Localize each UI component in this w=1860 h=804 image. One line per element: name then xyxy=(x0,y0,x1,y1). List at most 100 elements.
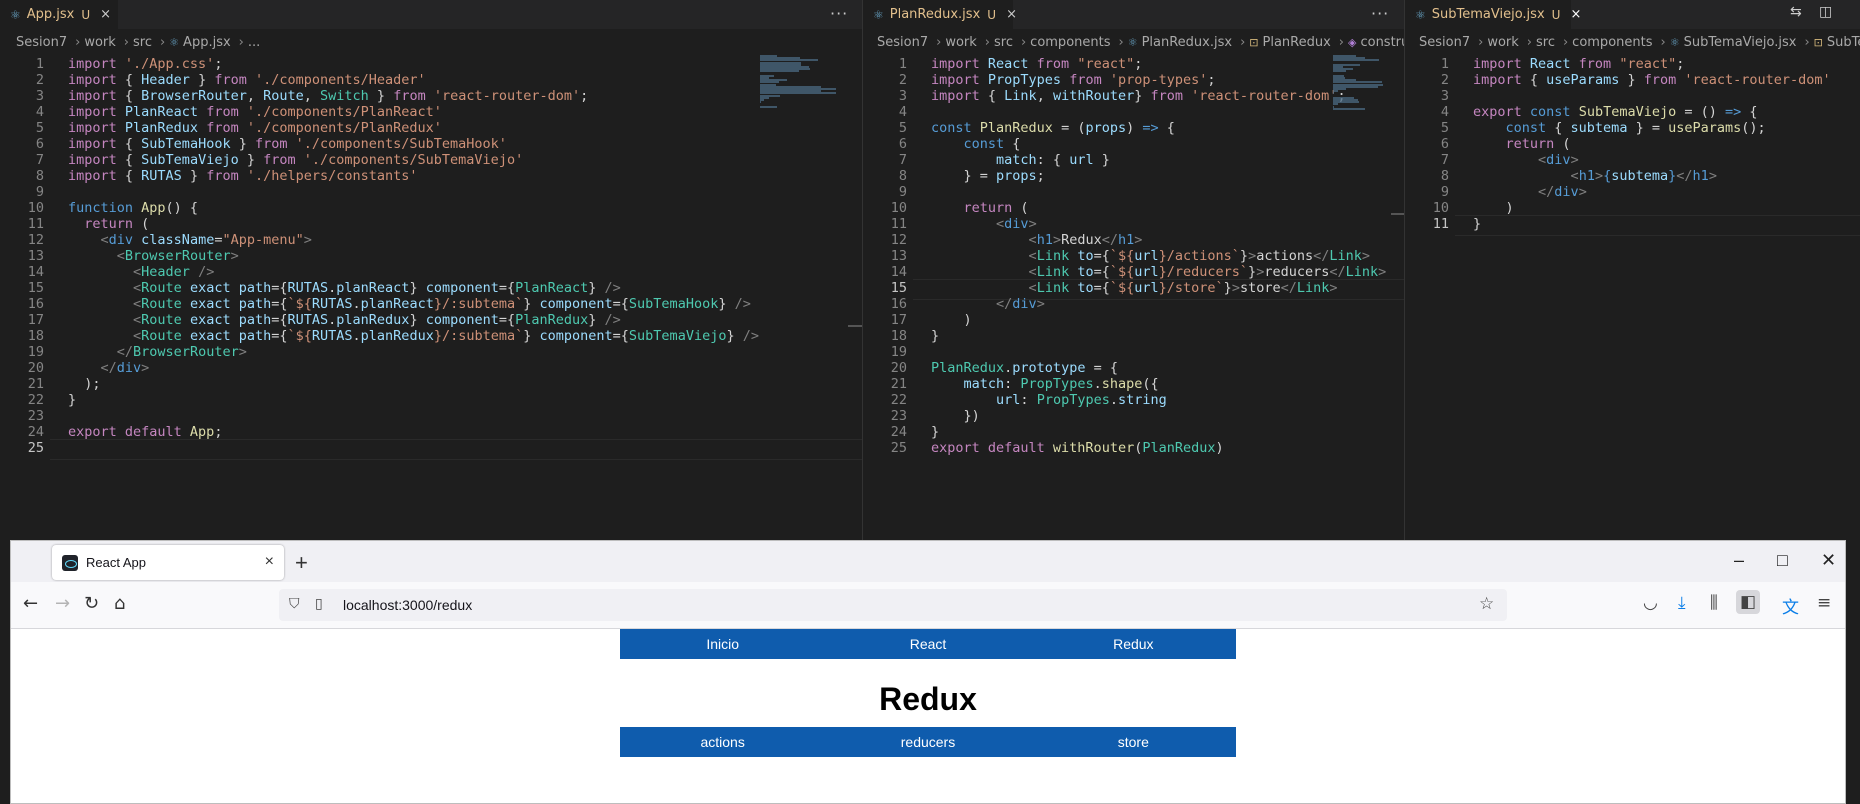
download-icon[interactable]: ⤓ xyxy=(1678,593,1686,613)
line-content: export default withRouter(PlanRedux) xyxy=(931,439,1224,458)
menu-link-redux[interactable]: Redux xyxy=(1031,629,1236,659)
maximize-button[interactable]: □ xyxy=(1777,550,1788,571)
link-store[interactable]: store xyxy=(1031,727,1236,757)
code-area[interactable]: 1 import './App.css'; 2 import { Header } f… xyxy=(0,55,862,540)
code-token: > xyxy=(303,232,312,248)
close-icon[interactable]: × xyxy=(100,7,111,22)
minimize-button[interactable]: – xyxy=(1734,550,1744,571)
breadcrumb-item[interactable]: Sesion7 xyxy=(1419,35,1470,50)
code-token: const xyxy=(1505,120,1547,136)
sidebar-icon[interactable]: ◧ xyxy=(1736,590,1761,614)
menu-link-react[interactable]: React xyxy=(825,629,1030,659)
code-token: (); xyxy=(1741,120,1766,136)
breadcrumb-item[interactable]: components xyxy=(1572,35,1652,50)
breadcrumb-item[interactable]: work xyxy=(1487,35,1518,50)
code-area[interactable]: 1 import React from "react"; 2 import PropT… xyxy=(863,55,1404,540)
code-token: return xyxy=(963,200,1013,216)
url-bar[interactable]: ⛉ ▯ localhost:3000/redux ☆ xyxy=(279,589,1507,621)
new-tab-button[interactable]: + xyxy=(295,550,308,576)
code-token: = { xyxy=(1085,360,1118,376)
code-token: ={ xyxy=(271,280,288,296)
tab-subtemaviejo-jsx[interactable]: ⚛ SubTemaViejo.jsx U × xyxy=(1405,0,1581,29)
pocket-icon[interactable]: ◡ xyxy=(1643,593,1658,613)
code-token: match xyxy=(996,152,1037,168)
breadcrumb-item[interactable]: App.jsx xyxy=(183,35,231,50)
back-arrow-icon[interactable]: ← xyxy=(23,593,38,614)
code-token: useParams xyxy=(1546,72,1620,88)
code-token: from xyxy=(206,168,247,184)
code-token: } xyxy=(523,296,540,312)
breadcrumb-item[interactable]: Sesion7 xyxy=(877,35,928,50)
code-token: const xyxy=(1529,104,1579,120)
link-reducers[interactable]: reducers xyxy=(825,727,1030,757)
code-token: > xyxy=(1578,184,1587,200)
code-area[interactable]: 1 import React from "react"; 2 import { use… xyxy=(1405,55,1860,540)
breadcrumb-item[interactable]: Sesion7 xyxy=(16,35,67,50)
link-actions[interactable]: actions xyxy=(620,727,825,757)
minimap[interactable] xyxy=(760,55,840,115)
open-changes-icon[interactable]: ⇆ xyxy=(1790,4,1803,20)
close-icon[interactable]: × xyxy=(1006,7,1017,22)
code-token: from xyxy=(214,72,255,88)
breadcrumb-item[interactable]: work xyxy=(84,35,115,50)
code-token: { xyxy=(124,72,142,88)
code-line[interactable]: 11} xyxy=(1405,215,1860,236)
code-token: : { xyxy=(1036,152,1070,168)
code-token: > xyxy=(1052,232,1062,248)
code-token: React xyxy=(1529,56,1571,72)
breadcrumb: Sesion7 › work › src › components › ⚛ SubTema… xyxy=(1405,29,1860,55)
react-file-icon: ⚛ xyxy=(169,35,180,49)
translate-icon[interactable]: 文 xyxy=(1782,593,1799,618)
close-window-button[interactable]: ✕ xyxy=(1821,550,1836,571)
library-icon[interactable]: ⫼ xyxy=(1710,593,1718,613)
home-icon[interactable]: ⌂ xyxy=(114,593,125,614)
code-token: from xyxy=(393,88,434,104)
breadcrumb-item[interactable]: PlanRedux.jsx xyxy=(1142,35,1233,50)
minimap[interactable] xyxy=(1333,55,1404,115)
shield-icon[interactable]: ⛉ xyxy=(289,596,300,612)
more-actions-icon[interactable]: ··· xyxy=(830,4,848,23)
breadcrumb-item[interactable]: src xyxy=(133,35,152,50)
breadcrumb-item[interactable]: components xyxy=(1030,35,1110,50)
breadcrumb-item[interactable]: PlanRedux xyxy=(1263,35,1331,50)
breadcrumb-item[interactable]: work xyxy=(945,35,976,50)
tab-app-jsx[interactable]: ⚛ App.jsx U × xyxy=(0,0,118,29)
code-token: = ( xyxy=(1052,120,1086,136)
code-line[interactable]: 25 export default withRouter(PlanRedux) xyxy=(863,439,1404,458)
code-token: planRedux xyxy=(360,328,434,344)
cube-icon: ◈ xyxy=(1348,35,1357,49)
code-token: shape xyxy=(1101,376,1143,392)
code-token: } xyxy=(1134,88,1151,104)
url-text[interactable]: localhost:3000/redux xyxy=(343,597,472,613)
breadcrumb-item[interactable]: ... xyxy=(248,35,260,50)
page-icon[interactable]: ▯ xyxy=(315,596,323,612)
forward-arrow-icon[interactable]: → xyxy=(55,593,70,614)
code-token: Route xyxy=(141,328,190,344)
menu-icon[interactable]: ≡ xyxy=(1817,593,1831,613)
breadcrumb-item[interactable]: SubTemaV xyxy=(1827,35,1860,50)
code-line[interactable]: 25 xyxy=(0,439,862,460)
menu-link-inicio[interactable]: Inicio xyxy=(620,629,825,659)
split-editor-icon[interactable]: ◫ xyxy=(1819,4,1833,20)
line-content: } xyxy=(1473,215,1481,234)
more-actions-icon[interactable]: ··· xyxy=(1371,4,1389,23)
breadcrumb-item[interactable]: constructor xyxy=(1360,35,1404,50)
code-token: { xyxy=(1529,72,1547,88)
code-token: App xyxy=(141,200,166,216)
browser-tab[interactable]: React App × xyxy=(52,545,284,580)
code-token: h1 xyxy=(1578,168,1595,184)
tab-planredux-jsx[interactable]: ⚛ PlanRedux.jsx U × xyxy=(863,0,1017,29)
code-token: from xyxy=(1643,72,1685,88)
breadcrumb-item[interactable]: src xyxy=(1536,35,1555,50)
breadcrumb-item[interactable]: src xyxy=(994,35,1013,50)
close-icon[interactable]: × xyxy=(1570,7,1581,22)
sub-menu: actions reducers store xyxy=(620,727,1236,757)
code-token: } xyxy=(1093,152,1110,168)
close-icon[interactable]: × xyxy=(265,553,274,571)
code-token: BrowserRouter xyxy=(141,88,247,104)
star-icon[interactable]: ☆ xyxy=(1479,594,1494,614)
reload-icon[interactable]: ↻ xyxy=(84,593,99,614)
breadcrumb-item[interactable]: SubTemaViejo.jsx xyxy=(1684,35,1797,50)
